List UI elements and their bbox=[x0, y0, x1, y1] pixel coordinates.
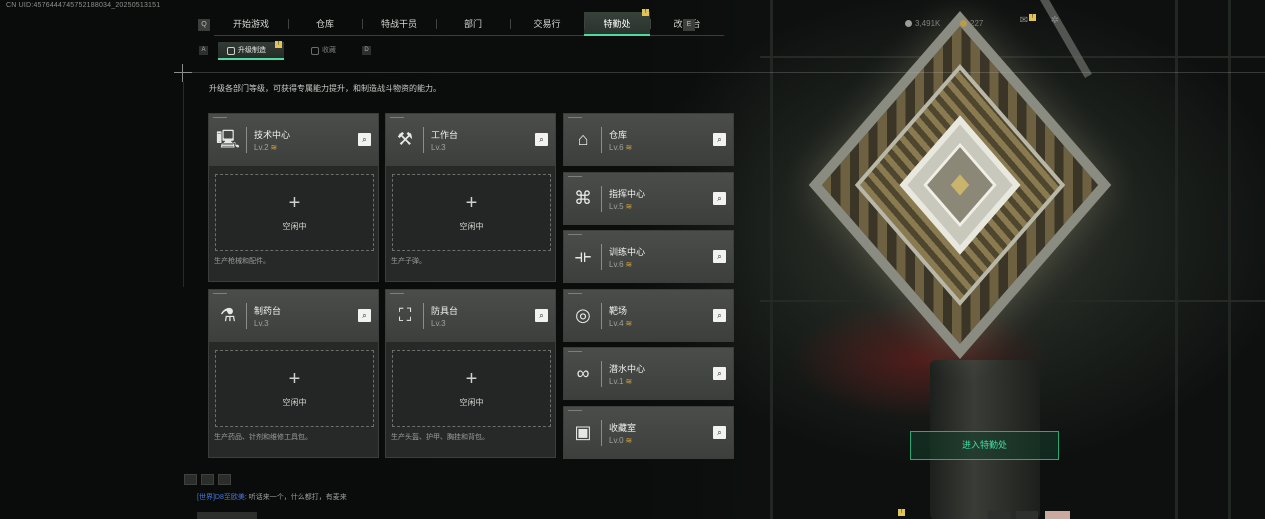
search-icon[interactable]: ⌕ bbox=[713, 250, 726, 263]
computer-icon: 🖳 bbox=[216, 129, 241, 149]
nav-next-key[interactable]: E bbox=[683, 19, 695, 31]
mail-badge: ! bbox=[1029, 14, 1036, 21]
production-slot[interactable]: + 空闲中 bbox=[215, 174, 374, 251]
plus-icon: + bbox=[465, 368, 478, 390]
upgrade-available-icon: ≋ bbox=[625, 143, 633, 152]
tab-operators[interactable]: 特战干员 bbox=[362, 12, 436, 36]
tab-badge: ! bbox=[642, 9, 649, 16]
top-nav: 开始游戏 仓库 特战干员 部门 交易行 特勤处! 改枪台 bbox=[214, 9, 724, 36]
tab-start-game[interactable]: 开始游戏 bbox=[214, 12, 288, 36]
room-card-shooting-range[interactable]: ◎ 靶场 Lv.4 ≋ ⌕ bbox=[563, 289, 734, 342]
facility-produces: 生产头盔、护甲、胸挂和背包。 bbox=[391, 434, 489, 441]
search-icon[interactable]: ⌕ bbox=[713, 309, 726, 322]
subnav-prev-key[interactable]: A bbox=[199, 46, 208, 55]
nav-prev-key[interactable]: Q bbox=[198, 19, 210, 31]
facility-produces: 生产药品、针剂和维修工具包。 bbox=[214, 434, 312, 441]
upgrade-available-icon: ≋ bbox=[625, 260, 633, 269]
production-slot[interactable]: + 空闲中 bbox=[392, 174, 551, 251]
tab-trading[interactable]: 交易行 bbox=[510, 12, 584, 36]
search-icon[interactable]: ⌕ bbox=[713, 133, 726, 146]
search-icon[interactable]: ⌕ bbox=[713, 426, 726, 439]
collection-case-icon: ▣ bbox=[574, 422, 592, 442]
corner-crosshair bbox=[174, 64, 192, 82]
subtab-collection[interactable]: 收藏 bbox=[302, 42, 342, 60]
plus-icon: + bbox=[288, 368, 301, 390]
facility-produces: 生产子弹。 bbox=[391, 258, 426, 265]
upgrade-available-icon: ≋ bbox=[625, 202, 633, 211]
tools-icon: ⚒ bbox=[396, 129, 414, 149]
collection-icon bbox=[311, 47, 319, 55]
command-chip-icon: ⌘ bbox=[574, 188, 592, 208]
chat-emoji-button[interactable] bbox=[218, 474, 231, 485]
chat-channel-button[interactable] bbox=[201, 474, 214, 485]
room-card-command-center[interactable]: ⌘ 指挥中心 Lv.5 ≋ ⌕ bbox=[563, 172, 734, 225]
facility-produces: 生产枪械和配件。 bbox=[214, 258, 270, 265]
facility-card-workbench[interactable]: ⚒ 工作台 Lv.3 ⌕ + 空闲中 生产子弹。 bbox=[385, 113, 556, 282]
subtab-badge: ! bbox=[275, 41, 282, 48]
avatar[interactable] bbox=[1045, 511, 1070, 519]
room-card-collection-room[interactable]: ▣ 收藏室 Lv.0 ≋ ⌕ bbox=[563, 406, 734, 459]
bottom-button[interactable] bbox=[1016, 511, 1038, 519]
plus-icon: + bbox=[288, 192, 301, 214]
production-slot[interactable]: + 空闲中 bbox=[392, 350, 551, 427]
search-icon[interactable]: ⌕ bbox=[358, 133, 371, 146]
armor-blocks-icon: ⛶ bbox=[398, 305, 412, 325]
gold-coin-icon bbox=[960, 19, 967, 27]
gold-balance: 227 bbox=[960, 17, 983, 29]
diving-goggles-icon: ∞ bbox=[576, 363, 590, 383]
coin-balance: 3,491K bbox=[905, 17, 940, 29]
target-icon: ◎ bbox=[575, 305, 591, 325]
tab-department[interactable]: 部门 bbox=[436, 12, 510, 36]
chat-toggle-button[interactable] bbox=[184, 474, 197, 485]
dumbbell-icon: ⟛ bbox=[574, 246, 592, 266]
search-icon[interactable]: ⌕ bbox=[713, 367, 726, 380]
upgrade-available-icon: ≋ bbox=[625, 436, 633, 445]
search-icon[interactable]: ⌕ bbox=[358, 309, 371, 322]
upgrade-available-icon: ≋ bbox=[270, 143, 278, 152]
production-slot[interactable]: + 空闲中 bbox=[215, 350, 374, 427]
search-icon[interactable]: ⌕ bbox=[535, 309, 548, 322]
build-id: CN UID:4576444745752188034_20250513151 bbox=[6, 2, 161, 9]
facility-card-pharmacy[interactable]: ⚗ 制药台 Lv.3 ⌕ + 空闲中 生产药品、针剂和维修工具包。 bbox=[208, 289, 379, 458]
room-card-training-center[interactable]: ⟛ 训练中心 Lv.6 ≋ ⌕ bbox=[563, 230, 734, 283]
room-card-warehouse[interactable]: ⌂ 仓库 Lv.6 ≋ ⌕ bbox=[563, 113, 734, 166]
chat-message: [世界]D8至欧美: 听话来一个，什么都打，有麦来 bbox=[197, 494, 347, 501]
bottom-badge: ! bbox=[898, 509, 905, 516]
plus-icon: + bbox=[465, 192, 478, 214]
search-icon[interactable]: ⌕ bbox=[713, 192, 726, 205]
tab-special-ops[interactable]: 特勤处! bbox=[584, 9, 650, 36]
chat-input[interactable] bbox=[197, 512, 257, 519]
enter-special-ops-button[interactable]: 进入特勤处 bbox=[910, 431, 1059, 460]
subnav-next-key[interactable]: D bbox=[362, 46, 371, 55]
subtab-upgrade-craft[interactable]: 升级制造 ! bbox=[218, 41, 284, 60]
upgrade-available-icon: ≋ bbox=[625, 319, 633, 328]
warehouse-icon: ⌂ bbox=[577, 129, 589, 149]
upgrade-available-icon: ≋ bbox=[625, 377, 633, 386]
upgrade-icon bbox=[227, 47, 235, 55]
search-icon[interactable]: ⌕ bbox=[535, 133, 548, 146]
facility-card-tech-center[interactable]: 🖳 技术中心 Lv.2 ≋ ⌕ + 空闲中 生产枪械和配件。 bbox=[208, 113, 379, 282]
microscope-icon: ⚗ bbox=[219, 305, 237, 325]
facility-card-armor-bench[interactable]: ⛶ 防具台 Lv.3 ⌕ + 空闲中 生产头盔、护甲、胸挂和背包。 bbox=[385, 289, 556, 458]
bottom-button[interactable] bbox=[988, 511, 1010, 519]
coin-icon bbox=[905, 19, 912, 27]
settings-gear-icon[interactable]: ✲ bbox=[1049, 15, 1061, 27]
tab-warehouse[interactable]: 仓库 bbox=[288, 12, 362, 36]
room-card-diving-center[interactable]: ∞ 潜水中心 Lv.1 ≋ ⌕ bbox=[563, 347, 734, 400]
page-description: 升级各部门等级，可获得专属能力提升，和制造战斗物资的能力。 bbox=[209, 84, 441, 93]
